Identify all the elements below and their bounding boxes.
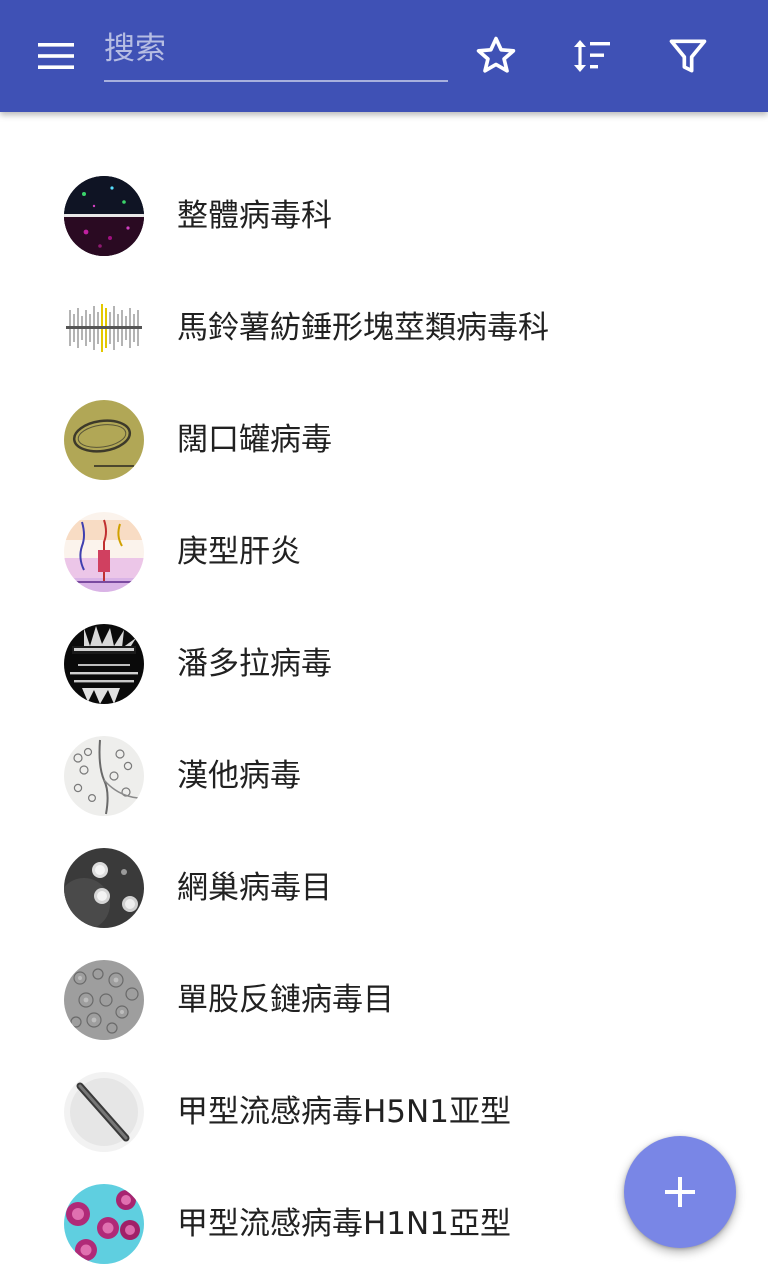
item-thumbnail — [64, 848, 144, 928]
list-item[interactable]: 庚型肝炎 — [0, 496, 768, 608]
item-label: 馬鈴薯紡錘形塊莖類病毒科 — [177, 310, 549, 346]
favorites-button[interactable] — [468, 28, 524, 84]
star-outline-icon — [476, 36, 516, 73]
item-thumbnail — [64, 960, 144, 1040]
app-toolbar — [0, 0, 768, 112]
item-thumbnail — [64, 400, 144, 480]
list-item[interactable]: 闊口罐病毒 — [0, 384, 768, 496]
item-thumbnail — [64, 176, 144, 256]
item-label: 闊口罐病毒 — [177, 422, 332, 458]
item-label: 庚型肝炎 — [177, 534, 301, 570]
item-thumbnail — [64, 1184, 144, 1264]
item-thumbnail — [64, 624, 144, 704]
list-item[interactable]: 單股反鏈病毒目 — [0, 944, 768, 1056]
menu-button[interactable] — [28, 28, 84, 84]
item-thumbnail — [64, 288, 144, 368]
sort-icon — [574, 40, 610, 72]
item-thumbnail — [64, 1072, 144, 1152]
sort-button[interactable] — [564, 28, 620, 84]
menu-icon — [38, 43, 74, 69]
list-item[interactable]: 整體病毒科 — [0, 160, 768, 272]
add-button[interactable] — [624, 1136, 736, 1248]
item-label: 整體病毒科 — [177, 198, 332, 234]
search-field — [104, 22, 448, 82]
filter-icon — [669, 39, 707, 73]
item-label: 單股反鏈病毒目 — [177, 982, 394, 1018]
list-item[interactable]: 馬鈴薯紡錘形塊莖類病毒科 — [0, 272, 768, 384]
list-item[interactable]: 網巢病毒目 — [0, 832, 768, 944]
item-label: 潘多拉病毒 — [177, 646, 332, 682]
item-label: 網巢病毒目 — [177, 870, 332, 906]
item-label: 甲型流感病毒H1N1亞型 — [177, 1206, 511, 1242]
virus-list: 整體病毒科 馬鈴薯紡錘形塊莖類病毒科 闊口罐病毒 庚型肝炎 潘多拉病毒 漢他病毒… — [0, 160, 768, 1280]
plus-icon — [665, 1177, 695, 1207]
item-thumbnail — [64, 736, 144, 816]
filter-button[interactable] — [660, 28, 716, 84]
search-input[interactable] — [104, 22, 448, 76]
item-label: 漢他病毒 — [177, 758, 301, 794]
list-item[interactable]: 潘多拉病毒 — [0, 608, 768, 720]
item-thumbnail — [64, 512, 144, 592]
list-item[interactable]: 漢他病毒 — [0, 720, 768, 832]
item-label: 甲型流感病毒H5N1亚型 — [177, 1094, 511, 1130]
